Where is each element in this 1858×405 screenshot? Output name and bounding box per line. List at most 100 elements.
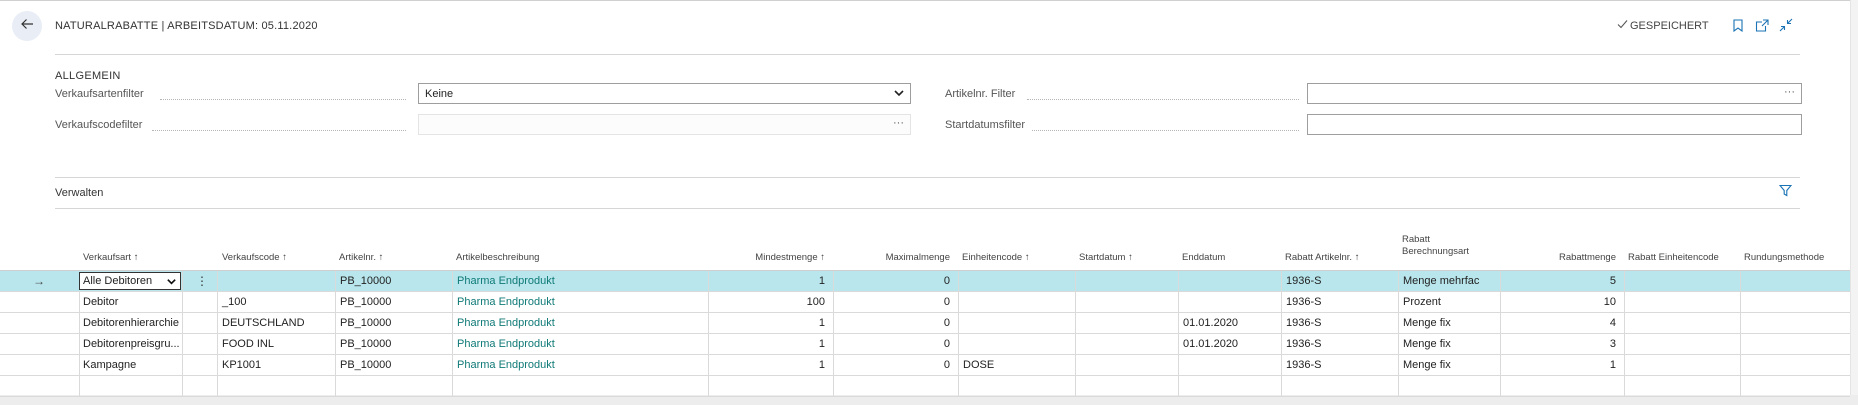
vertical-scrollbar[interactable] <box>1850 0 1858 395</box>
verkaufsart-select[interactable]: Alle Debitoren <box>79 272 181 290</box>
column-header-rabattmenge[interactable]: Rabattmenge <box>1559 252 1616 264</box>
column-header-maximalmenge[interactable]: Maximalmenge <box>886 252 950 264</box>
cell-rabattmenge[interactable] <box>1500 376 1624 396</box>
cell-rabatt-artikelnr[interactable]: 1936-S <box>1281 292 1398 312</box>
cell-artikelnr[interactable]: PB_10000 <box>335 313 452 333</box>
cell-enddatum[interactable]: 01.01.2020 <box>1178 334 1281 354</box>
table-row[interactable]: Debitor _100 PB_10000 Pharma Endprodukt 100 0… <box>0 292 1850 313</box>
column-header-enddatum[interactable]: Enddatum <box>1182 252 1225 264</box>
cell-startdatum[interactable] <box>1075 334 1178 354</box>
cell-rabatt-berechnungsart[interactable]: Menge fix <box>1398 334 1500 354</box>
cell-artikelnr[interactable]: PB_10000 <box>335 292 452 312</box>
cell-artikelbeschreibung[interactable]: Pharma Endprodukt <box>452 334 708 354</box>
cell-rabattmenge[interactable]: 4 <box>1500 313 1624 333</box>
cell-einheitencode[interactable] <box>958 271 1075 291</box>
cell-maximalmenge[interactable]: 0 <box>833 292 958 312</box>
cell-rabatt-einheitencode[interactable] <box>1624 292 1740 312</box>
bookmark-icon[interactable] <box>1730 17 1746 33</box>
cell-verkaufscode[interactable] <box>217 271 335 291</box>
cell-rabatt-einheitencode[interactable] <box>1624 376 1740 396</box>
cell-artikelbeschreibung[interactable]: Pharma Endprodukt <box>452 271 708 291</box>
cell-artikelnr[interactable]: PB_10000 <box>335 334 452 354</box>
table-row[interactable]: → Alle Debitoren ⋮ PB_10000 Pharma Endproduk… <box>0 271 1850 292</box>
cell-mindestmenge[interactable]: 1 <box>708 355 833 375</box>
cell-maximalmenge[interactable]: 0 <box>833 313 958 333</box>
row-selector[interactable] <box>0 376 79 396</box>
cell-einheitencode[interactable] <box>958 313 1075 333</box>
row-selector[interactable] <box>0 292 79 312</box>
cell-maximalmenge[interactable]: 0 <box>833 271 958 291</box>
cell-rabatt-einheitencode[interactable] <box>1624 313 1740 333</box>
cell-verkaufscode[interactable]: FOOD INL <box>217 334 335 354</box>
cell-rabatt-einheitencode[interactable] <box>1624 271 1740 291</box>
cell-rabatt-berechnungsart[interactable]: Menge mehrfac <box>1398 271 1500 291</box>
column-header-mindestmenge[interactable]: Mindestmenge ↑ <box>755 252 825 264</box>
column-header-einheitencode[interactable]: Einheitencode ↑ <box>962 252 1030 264</box>
column-header-rabatt-einheitencode[interactable]: Rabatt Einheitencode <box>1628 252 1719 264</box>
cell-enddatum[interactable] <box>1178 271 1281 291</box>
cell-mindestmenge[interactable]: 1 <box>708 313 833 333</box>
column-header-rabatt-artikelnr[interactable]: Rabatt Artikelnr. ↑ <box>1285 252 1359 264</box>
cell-rabatt-einheitencode[interactable] <box>1624 334 1740 354</box>
cell-rundungsmethode[interactable] <box>1740 376 1850 396</box>
manage-tab[interactable]: Verwalten <box>55 187 103 199</box>
column-header-verkaufsart[interactable]: Verkaufsart ↑ <box>83 252 138 264</box>
cell-verkaufsart[interactable]: Debitorenhierarchie <box>79 313 182 333</box>
cell-mindestmenge[interactable]: 1 <box>708 271 833 291</box>
cell-rabatt-berechnungsart[interactable]: Prozent <box>1398 292 1500 312</box>
filter-icon[interactable] <box>1778 184 1793 202</box>
cell-einheitencode[interactable] <box>958 334 1075 354</box>
table-row[interactable]: Debitorenpreisgru... FOOD INL PB_10000 Phar… <box>0 334 1850 355</box>
column-header-rabatt-berechnungsart[interactable]: Rabatt Berechnungsart <box>1402 234 1469 258</box>
cell-rundungsmethode[interactable] <box>1740 313 1850 333</box>
row-actions-icon[interactable]: ⋮ <box>196 274 208 288</box>
verkaufsartenfilter-select[interactable]: Keine <box>418 83 911 104</box>
cell-rabatt-einheitencode[interactable] <box>1624 355 1740 375</box>
cell-rabatt-berechnungsart[interactable]: Menge fix <box>1398 313 1500 333</box>
cell-enddatum[interactable]: 01.01.2020 <box>1178 313 1281 333</box>
artikelnr-filter-input[interactable]: ··· <box>1307 83 1802 104</box>
cell-artikelbeschreibung[interactable]: Pharma Endprodukt <box>452 355 708 375</box>
cell-rabatt-artikelnr[interactable] <box>1281 376 1398 396</box>
cell-verkaufsart[interactable]: Debitorenpreisgru... <box>79 334 182 354</box>
cell-maximalmenge[interactable]: 0 <box>833 355 958 375</box>
cell-verkaufscode[interactable]: _100 <box>217 292 335 312</box>
column-header-verkaufscode[interactable]: Verkaufscode ↑ <box>222 252 287 264</box>
cell-rabatt-artikelnr[interactable]: 1936-S <box>1281 355 1398 375</box>
column-header-artikelbeschreibung[interactable]: Artikelbeschreibung <box>456 252 539 264</box>
cell-maximalmenge[interactable]: 0 <box>833 334 958 354</box>
cell-verkaufscode[interactable]: DEUTSCHLAND <box>217 313 335 333</box>
cell-rabattmenge[interactable]: 3 <box>1500 334 1624 354</box>
cell-rabatt-berechnungsart[interactable] <box>1398 376 1500 396</box>
table-row[interactable]: Debitorenhierarchie DEUTSCHLAND PB_10000 Ph… <box>0 313 1850 334</box>
column-header-rundungsmethode[interactable]: Rundungsmethode <box>1744 252 1824 264</box>
cell-einheitencode[interactable] <box>958 376 1075 396</box>
cell-enddatum[interactable] <box>1178 376 1281 396</box>
cell-startdatum[interactable] <box>1075 376 1178 396</box>
cell-artikelnr[interactable]: PB_10000 <box>335 271 452 291</box>
cell-einheitencode[interactable]: DOSE <box>958 355 1075 375</box>
cell-rabattmenge[interactable]: 1 <box>1500 355 1624 375</box>
cell-mindestmenge[interactable]: 100 <box>708 292 833 312</box>
cell-startdatum[interactable] <box>1075 271 1178 291</box>
cell-enddatum[interactable] <box>1178 292 1281 312</box>
cell-startdatum[interactable] <box>1075 355 1178 375</box>
cell-verkaufscode[interactable] <box>217 376 335 396</box>
cell-artikelnr[interactable]: PB_10000 <box>335 355 452 375</box>
cell-rundungsmethode[interactable] <box>1740 292 1850 312</box>
cell-rundungsmethode[interactable] <box>1740 271 1850 291</box>
cell-enddatum[interactable] <box>1178 355 1281 375</box>
cell-maximalmenge[interactable] <box>833 376 958 396</box>
collapse-icon[interactable] <box>1778 17 1794 33</box>
startdatumsfilter-input[interactable] <box>1307 114 1802 135</box>
cell-rabatt-artikelnr[interactable]: 1936-S <box>1281 334 1398 354</box>
lookup-ellipsis-icon[interactable]: ··· <box>1784 86 1795 98</box>
cell-mindestmenge[interactable] <box>708 376 833 396</box>
cell-mindestmenge[interactable]: 1 <box>708 334 833 354</box>
row-selector[interactable] <box>0 334 79 354</box>
row-selector[interactable] <box>0 355 79 375</box>
cell-rundungsmethode[interactable] <box>1740 334 1850 354</box>
cell-rabattmenge[interactable]: 5 <box>1500 271 1624 291</box>
cell-artikelbeschreibung[interactable]: Pharma Endprodukt <box>452 313 708 333</box>
cell-einheitencode[interactable] <box>958 292 1075 312</box>
